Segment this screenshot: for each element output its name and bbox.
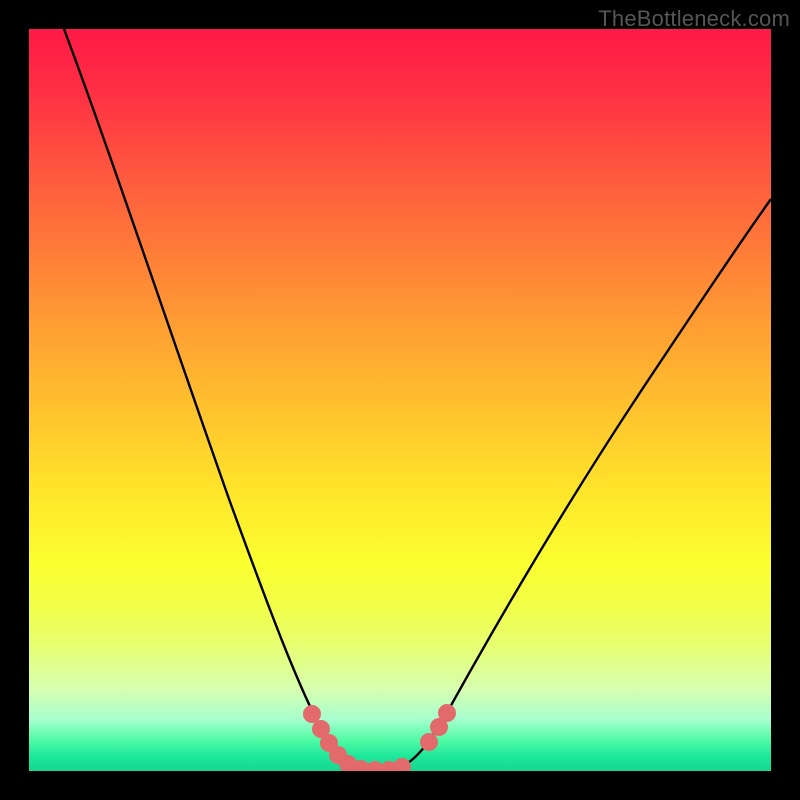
curve-right bbox=[394, 199, 771, 770]
optimal-range-markers bbox=[303, 704, 456, 771]
curve-left bbox=[64, 29, 359, 769]
plot-area bbox=[29, 29, 771, 771]
chart-container: TheBottleneck.com bbox=[0, 0, 800, 800]
curve-layer bbox=[29, 29, 771, 771]
